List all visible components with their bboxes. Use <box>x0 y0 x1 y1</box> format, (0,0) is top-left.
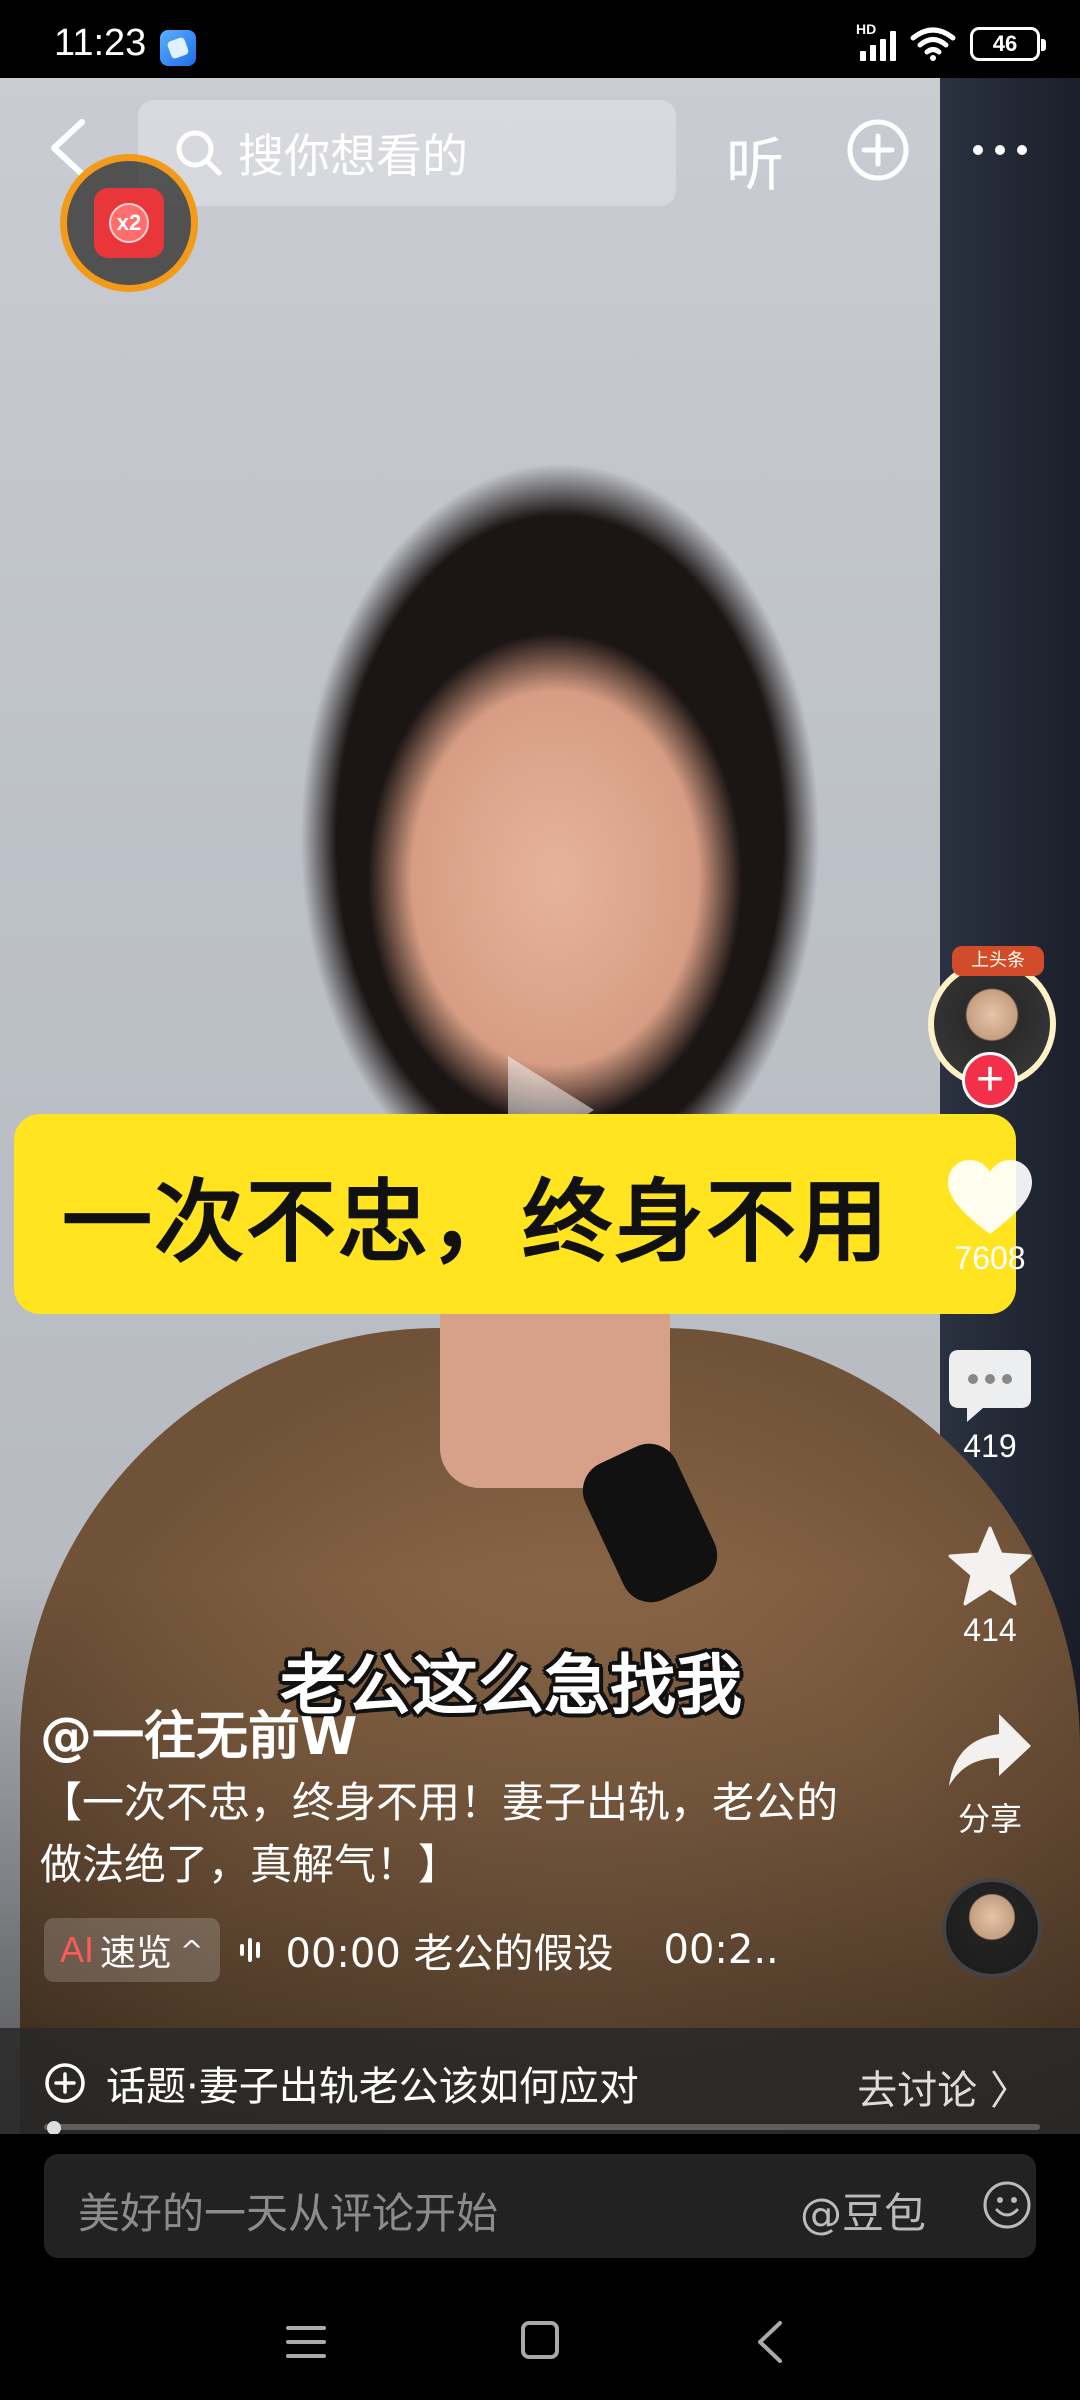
chapter-item[interactable]: 00:00 老公的假设 <box>286 1921 614 1979</box>
progress-bar[interactable] <box>44 2124 1040 2130</box>
post-description[interactable]: 【一次不忠，终身不用！妻子出轨，老公的做法绝了，真解气！】 <box>40 1772 870 1896</box>
comment-count: 419 <box>963 1428 1017 1464</box>
like-count: 7608 <box>954 1240 1026 1276</box>
app-notification-icon <box>160 30 196 66</box>
mention-button[interactable]: @豆包 <box>800 2180 926 2241</box>
ai-summary-label: 速览 <box>100 1933 173 1974</box>
banner-text: 一次不忠，终身不用 <box>62 1169 890 1275</box>
author-name[interactable]: @一往无前W <box>40 1694 357 1769</box>
favorite-button[interactable]: 414 <box>930 1526 1050 1649</box>
emoji-icon[interactable] <box>982 2180 1032 2230</box>
nav-back-icon[interactable] <box>754 2320 784 2364</box>
reward-timer-badge[interactable]: x2 <box>60 154 198 292</box>
battery-indicator: 46 <box>970 27 1046 61</box>
status-time: 11:23 <box>54 22 147 64</box>
chevron-up-icon: ^ <box>180 1933 204 1967</box>
back-icon[interactable] <box>44 118 90 178</box>
favorite-count: 414 <box>963 1612 1017 1648</box>
network-type-label: HD <box>856 21 877 37</box>
wifi-icon <box>910 27 956 61</box>
discuss-link[interactable]: 去讨论 〉 <box>857 2058 1030 2116</box>
reward-multiplier: x2 <box>109 203 149 243</box>
follow-button[interactable]: + <box>962 1052 1018 1108</box>
topic-label: 话题·妻子出轨老公该如何应对 <box>106 2064 639 2110</box>
star-icon <box>948 1526 1032 1606</box>
comment-button[interactable]: 419 <box>930 1350 1050 1465</box>
system-nav-bar <box>0 2284 1080 2400</box>
status-bar: 11:23 HD 46 <box>0 0 1080 78</box>
topic-row[interactable]: 话题·妻子出轨老公该如何应对 去讨论 〉 <box>0 2028 1080 2138</box>
like-button[interactable]: 7608 <box>930 1160 1050 1277</box>
search-input[interactable]: 搜你想看的 <box>138 100 676 206</box>
home-icon[interactable] <box>520 2320 560 2360</box>
author-avatar-tag: 上头条 <box>952 946 1044 976</box>
ai-label: AI <box>60 1929 95 1970</box>
more-icon[interactable] <box>970 140 1030 160</box>
add-topic-icon <box>45 2063 85 2103</box>
add-icon[interactable] <box>846 118 910 182</box>
signal-icon: HD <box>856 21 896 61</box>
video-title-banner: 一次不忠，终身不用 <box>14 1114 1016 1314</box>
ai-summary-button[interactable]: AI 速览 ^ <box>44 1918 220 1982</box>
share-arrow-icon <box>949 1714 1031 1786</box>
listen-button[interactable]: 听 <box>726 118 784 202</box>
comment-icon <box>949 1350 1031 1422</box>
red-envelope-icon: x2 <box>94 188 164 258</box>
progress-handle[interactable] <box>46 2121 61 2135</box>
search-icon <box>176 130 222 176</box>
comment-placeholder: 美好的一天从评论开始 <box>78 2189 499 2238</box>
heart-icon <box>948 1160 1032 1234</box>
share-label: 分享 <box>957 1801 1022 1837</box>
comment-input[interactable]: 美好的一天从评论开始 @豆包 <box>44 2154 1036 2258</box>
ai-summary-row: AI 速览 ^ 00:00 老公的假设 00:2.. <box>44 1918 779 1982</box>
recent-apps-icon[interactable] <box>286 2324 326 2360</box>
share-button[interactable]: 分享 <box>930 1710 1050 1840</box>
status-icons: HD 46 <box>856 21 1046 64</box>
audio-wave-icon <box>239 1938 260 1962</box>
search-placeholder: 搜你想看的 <box>238 129 468 183</box>
music-disc[interactable] <box>942 1878 1042 1978</box>
chapter-item[interactable]: 00:2.. <box>664 1927 779 1973</box>
